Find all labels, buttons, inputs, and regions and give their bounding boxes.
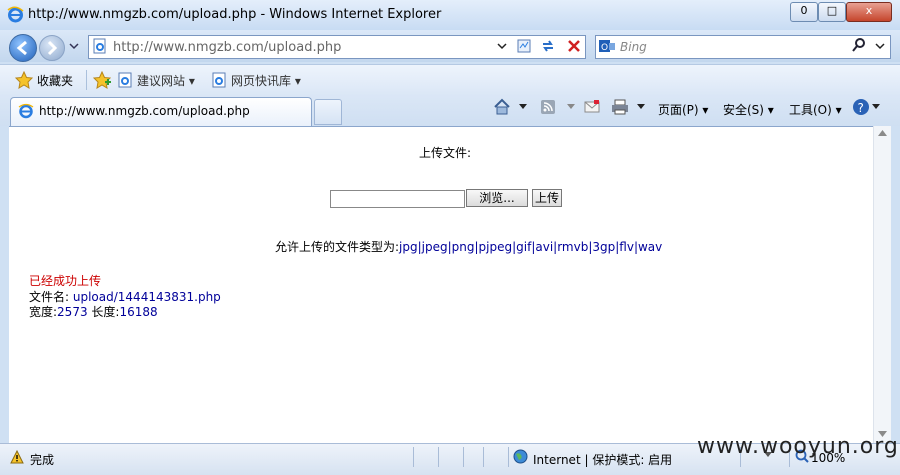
window-frame-left [0, 126, 9, 443]
outlook-icon: O [599, 40, 615, 53]
search-options-dropdown-icon[interactable] [875, 42, 885, 50]
address-bar[interactable]: http://www.nmgzb.com/upload.php [88, 35, 586, 59]
vertical-scrollbar[interactable] [873, 126, 892, 443]
stop-icon[interactable] [566, 38, 582, 54]
home-dropdown-icon[interactable] [519, 104, 527, 110]
watermark-text: www.wooyun.org [697, 434, 899, 459]
back-arrow-icon [16, 40, 27, 56]
favorites-button[interactable]: 收藏夹 [37, 72, 73, 89]
suggested-sites-link[interactable]: 建议网站 ▾ [137, 72, 195, 89]
new-tab-button[interactable] [314, 99, 342, 125]
minimize-button[interactable]: 0 [790, 2, 818, 22]
address-text[interactable]: http://www.nmgzb.com/upload.php [113, 40, 341, 55]
page-content: 上传文件: 浏览... 上传 允许上传的文件类型为:jpg|jpeg|png|p… [9, 126, 873, 444]
allowed-types-text: 允许上传的文件类型为:jpg|jpeg|png|pjpeg|gif|avi|rm… [275, 238, 662, 255]
forward-button[interactable] [39, 35, 65, 61]
favorites-bar [0, 64, 900, 95]
read-mail-icon[interactable] [584, 100, 600, 114]
allowed-types-label: 允许上传的文件类型为: [275, 240, 400, 254]
status-text: 完成 [30, 453, 55, 467]
web-slice-gallery-link[interactable]: 网页快讯库 ▾ [231, 72, 301, 89]
add-to-favorites-bar-icon[interactable] [93, 71, 111, 89]
page-menu[interactable]: 页面(P) ▾ [658, 101, 708, 118]
allowed-types-list: jpg|jpeg|png|pjpeg|gif|avi|rmvb|3gp|flv|… [399, 240, 663, 254]
filename-value: upload/1444143831.php [72, 290, 221, 304]
tools-menu[interactable]: 工具(O) ▾ [789, 101, 842, 118]
tab-title: http://www.nmgzb.com/upload.php [39, 104, 250, 118]
help-icon[interactable]: ? [852, 98, 870, 116]
upload-heading: 上传文件: [419, 146, 472, 160]
refresh-icon[interactable] [540, 38, 556, 54]
divider [483, 447, 484, 467]
maximize-icon: □ [826, 4, 838, 17]
close-icon: x [865, 4, 873, 17]
window-frame-right [891, 126, 900, 443]
favorites-star-icon [15, 71, 33, 89]
suggested-sites-icon [118, 72, 132, 88]
scroll-up-icon[interactable] [878, 130, 887, 136]
globe-icon [513, 449, 528, 464]
dimensions-line: 宽度:2573 长度:16188 [29, 303, 158, 320]
divider [508, 447, 509, 467]
filename-label: 文件名: [29, 290, 70, 304]
close-button[interactable]: x [846, 2, 892, 22]
file-path-input[interactable] [330, 190, 465, 208]
search-box[interactable]: O Bing [595, 35, 891, 59]
search-input[interactable]: Bing [620, 40, 647, 54]
upload-button[interactable]: 上传 [532, 189, 562, 207]
divider [86, 70, 87, 90]
divider [463, 447, 464, 467]
upload-success-message: 已经成功上传 [29, 274, 102, 288]
print-icon[interactable] [611, 99, 629, 115]
back-button[interactable] [9, 34, 37, 62]
warning-icon [10, 450, 24, 464]
browse-button[interactable]: 浏览... [466, 189, 528, 207]
address-dropdown-icon[interactable] [497, 42, 507, 50]
home-icon[interactable] [493, 98, 511, 116]
web-slice-gallery-icon [212, 72, 226, 88]
security-zone-text[interactable]: Internet | 保护模式: 启用 [533, 451, 672, 468]
window-title: http://www.nmgzb.com/upload.php - Window… [28, 7, 442, 22]
ie-logo-icon [7, 6, 24, 23]
divider [413, 447, 414, 467]
compatibility-view-icon[interactable] [516, 38, 532, 54]
forward-arrow-icon [47, 40, 58, 56]
feeds-icon[interactable] [540, 99, 556, 115]
width-value: 2573 [57, 305, 88, 319]
minimize-icon: 0 [800, 4, 808, 17]
page-icon [93, 38, 106, 54]
maximize-button[interactable]: □ [818, 2, 846, 22]
safety-menu[interactable]: 安全(S) ▾ [723, 101, 774, 118]
height-label: 长度: [91, 305, 120, 319]
ie-page-icon [18, 103, 34, 119]
history-dropdown-icon[interactable] [69, 42, 79, 50]
svg-text:?: ? [858, 101, 864, 115]
width-label: 宽度: [29, 305, 58, 319]
tab-active[interactable]: http://www.nmgzb.com/upload.php [10, 97, 312, 126]
help-dropdown-icon[interactable] [872, 104, 880, 110]
height-value: 16188 [119, 305, 158, 319]
svg-text:O: O [601, 43, 608, 53]
divider [438, 447, 439, 467]
print-dropdown-icon[interactable] [637, 104, 645, 110]
feeds-dropdown-icon[interactable] [567, 104, 575, 110]
search-icon[interactable] [852, 38, 866, 52]
